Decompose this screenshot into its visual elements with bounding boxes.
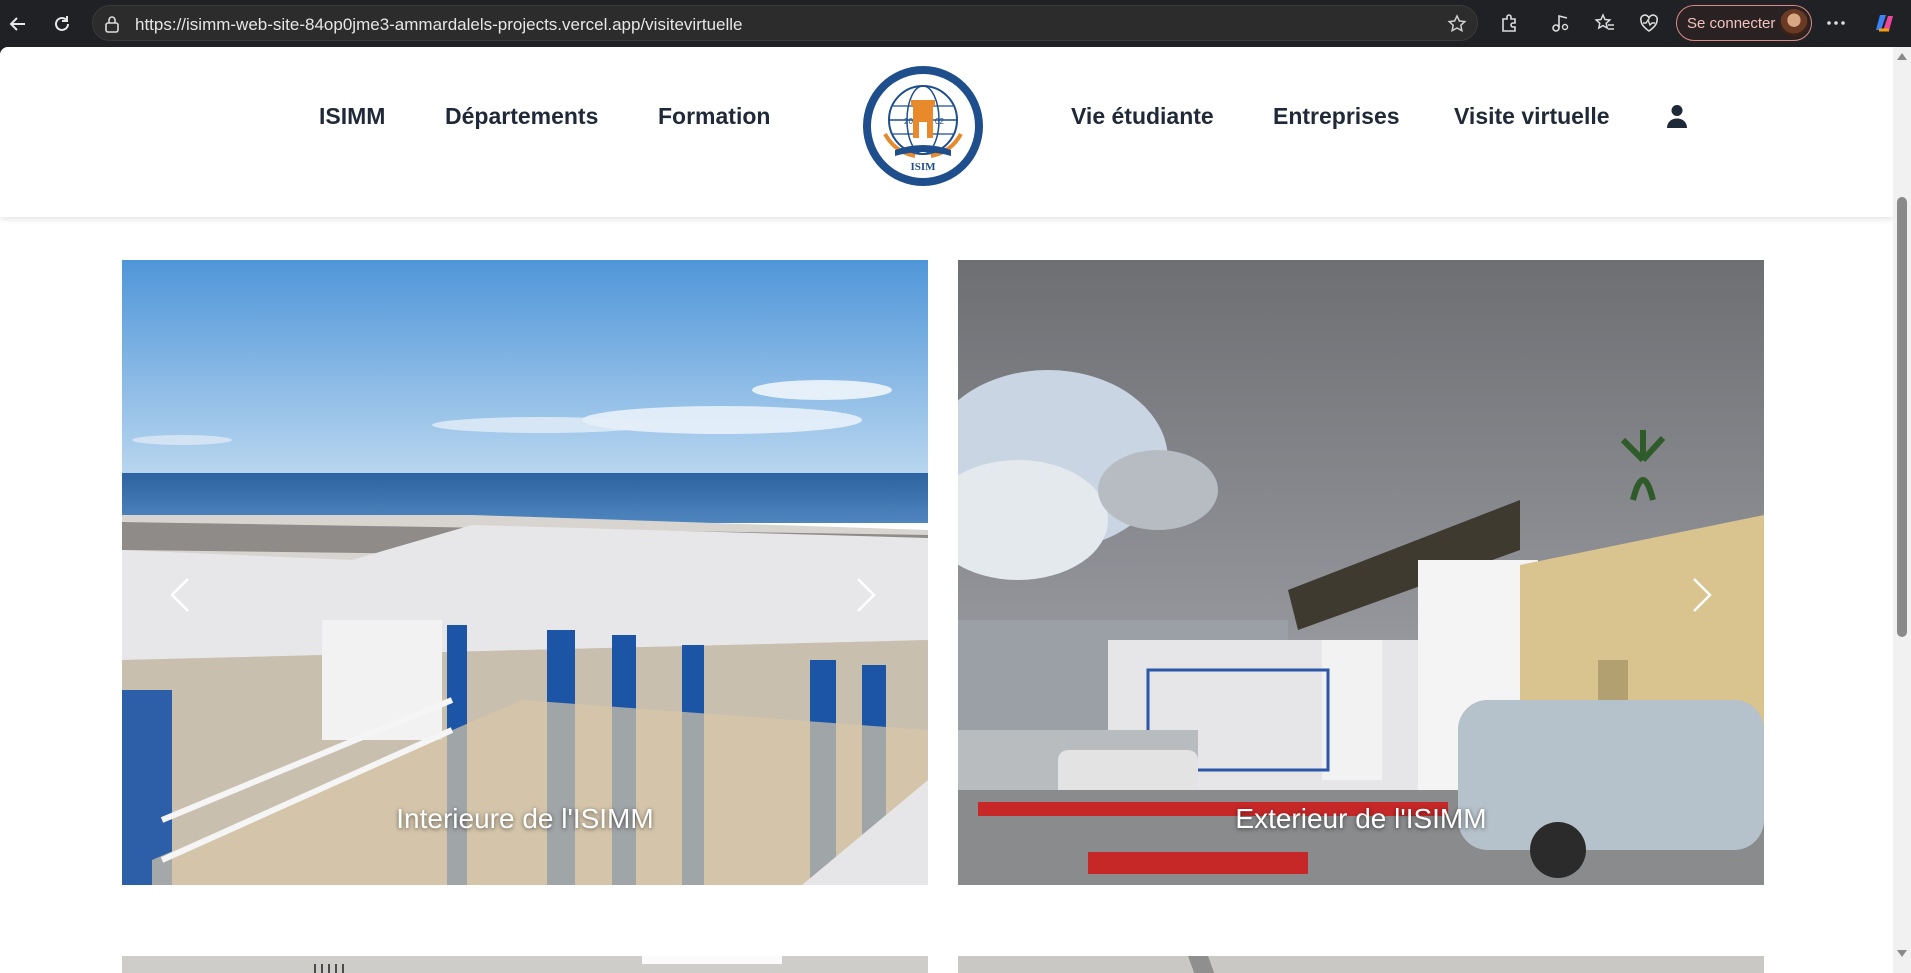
scroll-up-icon[interactable] bbox=[1897, 53, 1907, 60]
svg-text:20: 20 bbox=[904, 117, 913, 126]
carousel-photo-interieur bbox=[122, 260, 928, 885]
gallery-photo bbox=[958, 956, 1764, 973]
gallery-card-4[interactable] bbox=[958, 956, 1764, 973]
scroll-thumb[interactable] bbox=[1897, 197, 1907, 637]
back-icon[interactable] bbox=[2, 8, 34, 40]
media-icon[interactable] bbox=[1547, 10, 1573, 36]
signin-label: Se connecter bbox=[1687, 15, 1776, 32]
carousel-next-icon[interactable] bbox=[846, 567, 886, 623]
favorite-star-icon[interactable] bbox=[1447, 14, 1467, 34]
carousel-exterieur[interactable]: Exterieur de l'ISIMM bbox=[958, 260, 1764, 885]
carousel-photo-exterieur bbox=[958, 260, 1764, 885]
nav-link-departements[interactable]: Départements bbox=[445, 103, 598, 130]
extensions-icon[interactable] bbox=[1496, 10, 1522, 36]
carousel-prev-icon[interactable] bbox=[160, 567, 200, 623]
copilot-icon[interactable] bbox=[1871, 10, 1897, 36]
profile-avatar bbox=[1780, 9, 1808, 37]
isim-logo[interactable]: ISIM 20 02 bbox=[861, 64, 985, 188]
health-icon[interactable] bbox=[1636, 10, 1662, 36]
gallery-photo bbox=[122, 956, 928, 973]
nav-link-entreprises[interactable]: Entreprises bbox=[1273, 103, 1400, 130]
page-viewport: ISIMM Départements Formation ISIM 20 02 bbox=[0, 47, 1893, 973]
carousel-next-icon[interactable] bbox=[1682, 567, 1722, 623]
svg-text:02: 02 bbox=[935, 117, 944, 126]
user-icon[interactable] bbox=[1664, 103, 1690, 129]
nav-link-vie-etudiante[interactable]: Vie étudiante bbox=[1071, 103, 1214, 130]
carousel-caption: Interieure de l'ISIMM bbox=[396, 803, 654, 834]
browser-toolbar: https://isimm-web-site-84op0jme3-ammarda… bbox=[0, 0, 1911, 47]
signin-button[interactable]: Se connecter bbox=[1676, 5, 1812, 41]
carousel-interieur[interactable]: Interieure de l'ISIMM bbox=[122, 260, 928, 885]
lock-icon[interactable] bbox=[103, 15, 121, 33]
logo-text: ISIM bbox=[910, 161, 936, 173]
carousel-caption: Exterieur de l'ISIMM bbox=[1235, 803, 1487, 834]
favorites-icon[interactable] bbox=[1592, 10, 1618, 36]
more-icon[interactable] bbox=[1823, 10, 1849, 36]
page-scrollbar[interactable] bbox=[1893, 47, 1911, 973]
nav-link-visite-virtuelle[interactable]: Visite virtuelle bbox=[1454, 103, 1610, 130]
gallery-card-3[interactable] bbox=[122, 956, 928, 973]
nav-link-formation[interactable]: Formation bbox=[658, 103, 770, 130]
address-url[interactable]: https://isimm-web-site-84op0jme3-ammarda… bbox=[135, 15, 743, 35]
site-header: ISIMM Départements Formation ISIM 20 02 bbox=[0, 47, 1893, 217]
refresh-icon[interactable] bbox=[46, 8, 78, 40]
nav-link-isimm[interactable]: ISIMM bbox=[319, 103, 385, 130]
scroll-down-icon[interactable] bbox=[1897, 950, 1907, 957]
address-bar[interactable]: https://isimm-web-site-84op0jme3-ammarda… bbox=[92, 5, 1478, 41]
